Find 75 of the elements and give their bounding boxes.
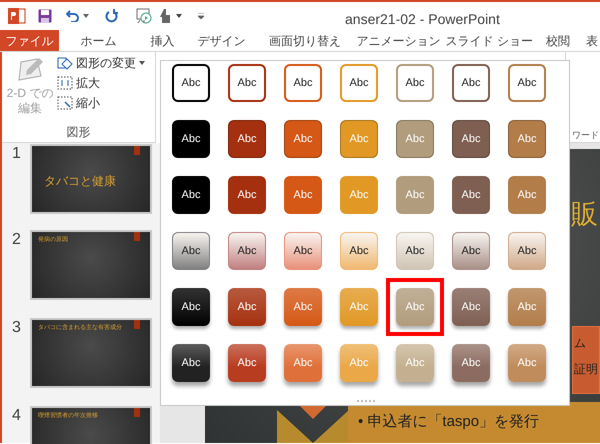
style-swatch[interactable]: Abc xyxy=(284,176,322,214)
redo-icon[interactable] xyxy=(105,9,118,23)
style-swatch[interactable]: Abc xyxy=(228,120,266,158)
accent-bar xyxy=(134,232,140,241)
style-swatch[interactable]: Abc xyxy=(452,232,490,270)
slide-number: 3 xyxy=(12,318,21,338)
style-swatch[interactable]: Abc xyxy=(452,288,490,326)
style-swatch[interactable]: Abc xyxy=(284,232,322,270)
enlarge-icon xyxy=(57,76,73,90)
style-swatch[interactable]: Abc xyxy=(228,232,266,270)
ribbon-tab[interactable]: 表 xyxy=(580,30,600,51)
ribbon-tab[interactable]: デザイン xyxy=(186,30,256,51)
chevron-shape xyxy=(277,405,349,443)
style-swatch[interactable]: Abc xyxy=(284,64,322,102)
style-swatch[interactable]: Abc xyxy=(172,288,210,326)
style-swatch[interactable]: Abc xyxy=(508,64,546,102)
customize-icon[interactable] xyxy=(198,13,204,19)
style-swatch[interactable]: Abc xyxy=(228,176,266,214)
style-swatch[interactable]: Abc xyxy=(284,288,322,326)
save-icon[interactable] xyxy=(38,9,52,23)
ribbon-tab[interactable]: ホーム xyxy=(59,30,138,51)
ribbon-tab[interactable]: アニメーション xyxy=(354,30,443,51)
style-swatch[interactable]: Abc xyxy=(172,344,210,382)
ribbon-button[interactable]: 縮小 xyxy=(57,94,145,111)
ribbon-button[interactable]: 拡大 xyxy=(57,74,145,91)
group-label: 図形 xyxy=(66,124,92,141)
ribbon-tab[interactable]: 画面切り替え xyxy=(256,30,354,51)
style-swatch[interactable]: Abc xyxy=(172,120,210,158)
change-shape-icon xyxy=(57,56,73,70)
window-title: anser21-02 - PowerPoint xyxy=(345,10,500,29)
accent-bar xyxy=(134,408,140,417)
box-text: 証明 xyxy=(574,361,599,377)
ribbon-label: ワード xyxy=(572,129,599,142)
slide-heading: 販 xyxy=(571,199,598,229)
ribbon-tab[interactable]: スライド ショー xyxy=(442,30,536,51)
style-swatch[interactable]: Abc xyxy=(452,176,490,214)
slide-title: タバコと健康 xyxy=(44,173,116,190)
style-swatch[interactable]: Abc xyxy=(228,288,266,326)
style-swatch[interactable]: Abc xyxy=(228,344,266,382)
ribbon-tab[interactable]: 校閲 xyxy=(536,30,580,51)
style-swatch[interactable]: Abc xyxy=(508,176,546,214)
style-swatch[interactable]: Abc xyxy=(340,232,378,270)
style-swatch[interactable]: Abc xyxy=(452,64,490,102)
style-swatch[interactable]: Abc xyxy=(452,344,490,382)
app-logo-icon[interactable] xyxy=(8,8,26,24)
banner-text: • 申込者に「taspo」を発行 xyxy=(358,412,540,432)
style-swatch[interactable]: Abc xyxy=(508,232,546,270)
style-swatch[interactable]: Abc xyxy=(172,176,210,214)
style-swatch[interactable]: Abc xyxy=(284,120,322,158)
style-swatch[interactable]: Abc xyxy=(172,232,210,270)
caret-icon[interactable] xyxy=(83,14,89,18)
accent-bar xyxy=(134,146,140,155)
style-swatch[interactable]: Abc xyxy=(340,64,378,102)
touch-icon[interactable] xyxy=(160,8,172,24)
undo-icon[interactable] xyxy=(66,10,80,22)
slide-thumbnail[interactable]: タバコと健康 xyxy=(30,144,152,214)
style-swatch[interactable]: Abc xyxy=(508,120,546,158)
style-swatch[interactable]: Abc xyxy=(396,232,434,270)
slideshow-icon[interactable] xyxy=(136,8,152,24)
ribbon-tab[interactable]: 挿入 xyxy=(138,30,187,51)
caret-icon xyxy=(139,60,145,64)
slide-number: 1 xyxy=(12,144,21,164)
style-swatch[interactable]: Abc xyxy=(396,64,434,102)
file-tab[interactable]: ファイル xyxy=(0,30,59,51)
slide-number: 4 xyxy=(12,406,21,426)
box-text: ム xyxy=(574,335,587,351)
slide-number: 2 xyxy=(12,230,21,250)
caret-icon[interactable] xyxy=(176,14,182,18)
resize-grip[interactable] xyxy=(357,400,375,403)
shrink-icon xyxy=(57,96,73,110)
style-swatch[interactable]: Abc xyxy=(228,64,266,102)
ribbon-button[interactable]: 図形の変更 xyxy=(57,54,145,71)
accent-bar xyxy=(134,320,140,329)
style-swatch[interactable]: Abc xyxy=(452,120,490,158)
style-swatch[interactable]: Abc xyxy=(172,64,210,102)
